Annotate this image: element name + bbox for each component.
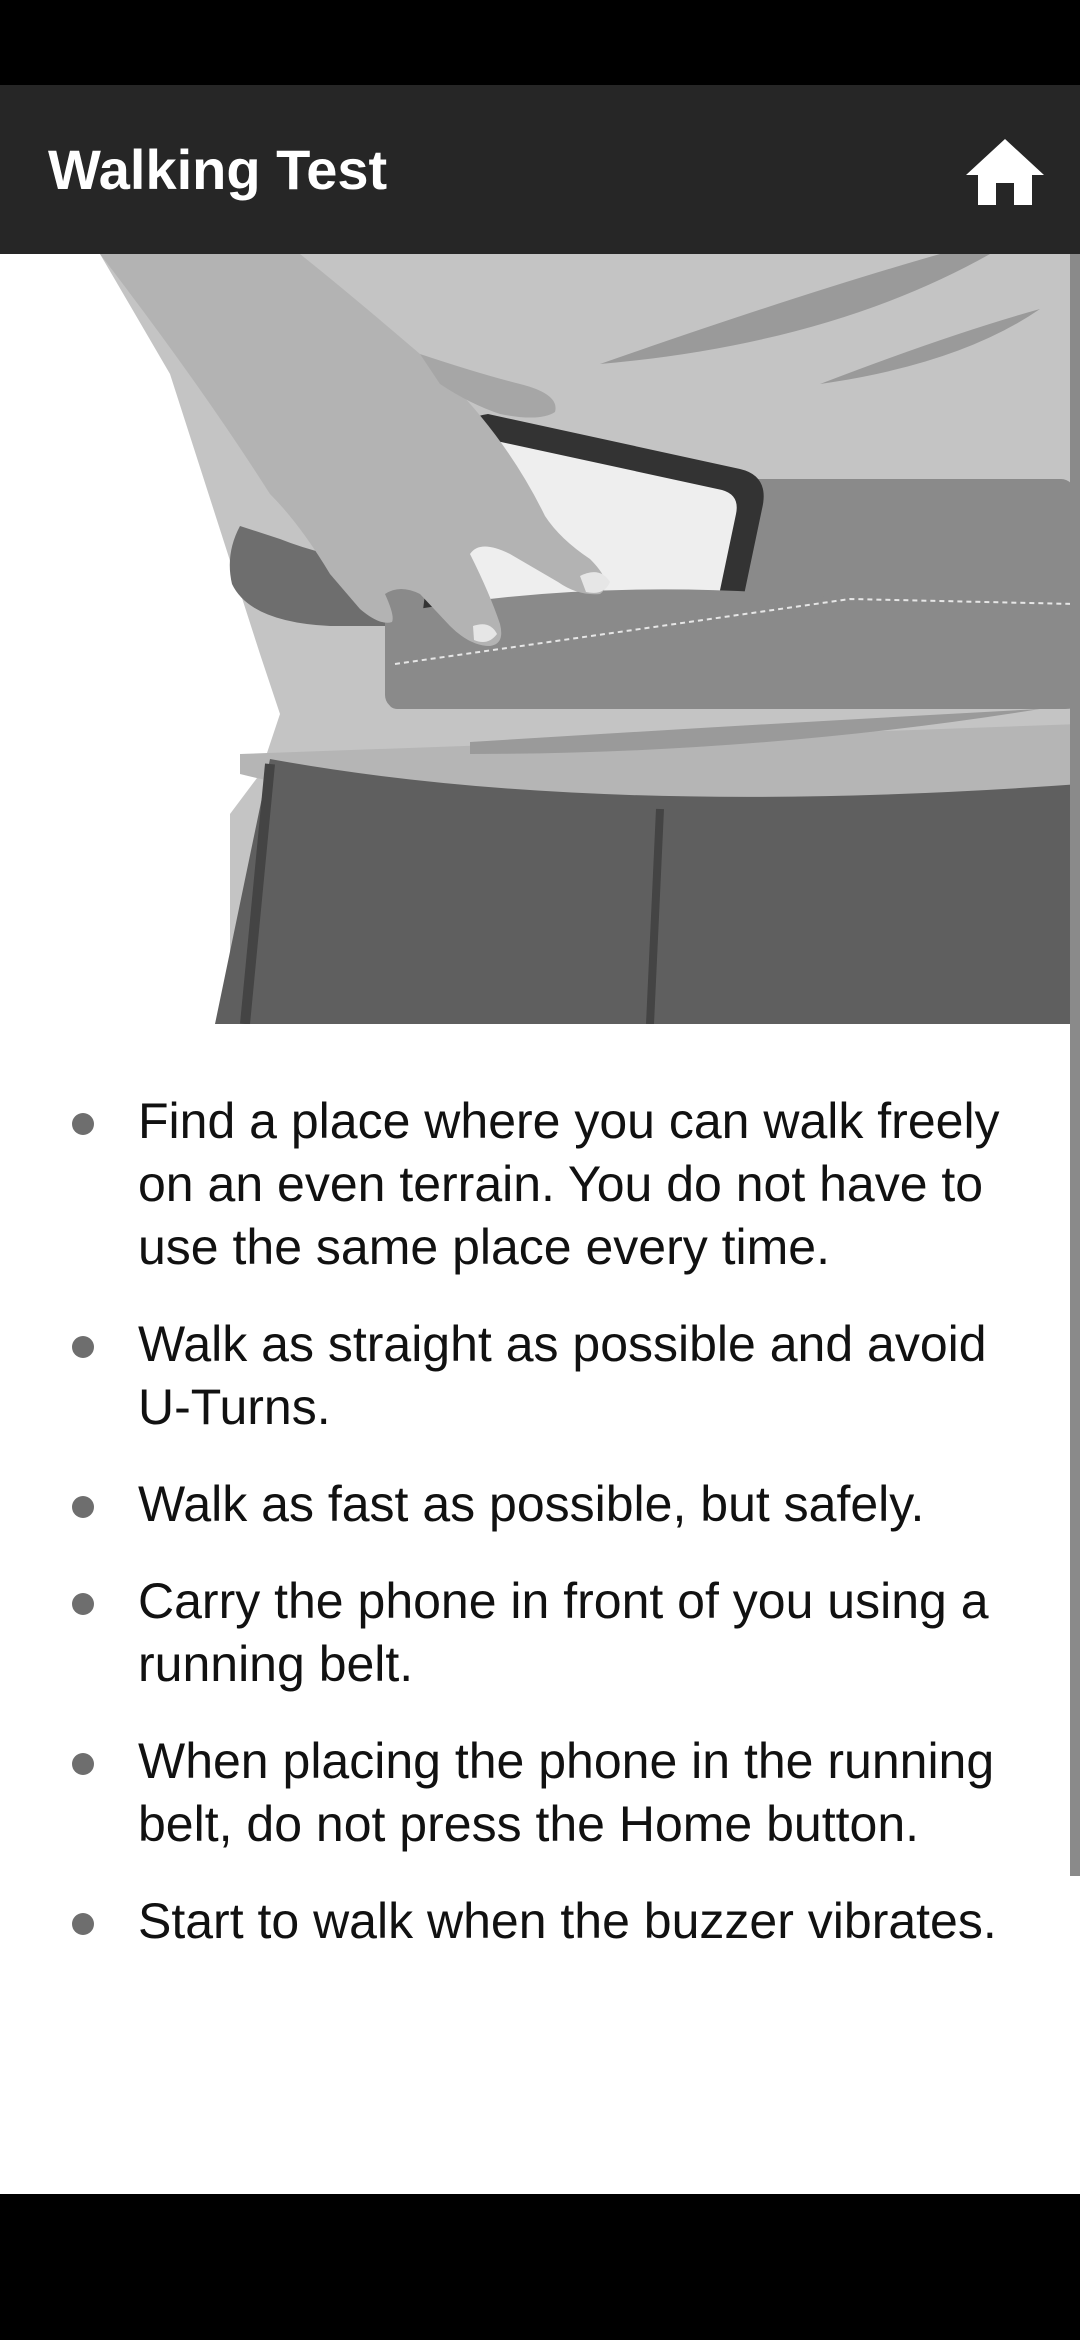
home-icon bbox=[966, 139, 1044, 205]
bullet-dot bbox=[72, 1753, 94, 1775]
home-button[interactable] bbox=[962, 133, 1048, 209]
instruction-text: Walk as fast as possible, but safely. bbox=[138, 1476, 925, 1532]
bullet-dot bbox=[72, 1336, 94, 1358]
instruction-text: Find a place where you can walk freely o… bbox=[138, 1093, 1000, 1275]
instruction-text: Start to walk when the buzzer vibrates. bbox=[138, 1893, 997, 1949]
instruction-item: Carry the phone in front of you using a … bbox=[0, 1570, 1040, 1696]
status-bar bbox=[0, 0, 1080, 85]
app-bar: Walking Test bbox=[0, 85, 1080, 254]
instruction-text: Carry the phone in front of you using a … bbox=[138, 1573, 989, 1692]
instruction-item: Find a place where you can walk freely o… bbox=[0, 1090, 1040, 1279]
bullet-dot bbox=[72, 1913, 94, 1935]
instruction-item: Start to walk when the buzzer vibrates. bbox=[0, 1890, 1040, 1953]
bullet-dot bbox=[72, 1113, 94, 1135]
trousers bbox=[215, 759, 1080, 1024]
page-title: Walking Test bbox=[48, 138, 388, 201]
instruction-item: Walk as straight as possible and avoid U… bbox=[0, 1313, 1040, 1439]
instruction-item: When placing the phone in the running be… bbox=[0, 1730, 1040, 1856]
instruction-item: Walk as fast as possible, but safely. bbox=[0, 1473, 1040, 1536]
instruction-text: Walk as straight as possible and avoid U… bbox=[138, 1316, 987, 1435]
bullet-dot bbox=[72, 1593, 94, 1615]
instruction-list: Find a place where you can walk freely o… bbox=[0, 1090, 1040, 1987]
content-scroll-area[interactable]: Find a place where you can walk freely o… bbox=[0, 254, 1080, 2194]
scrollbar[interactable] bbox=[1070, 254, 1080, 1876]
bullet-dot bbox=[72, 1496, 94, 1518]
running-belt-illustration bbox=[100, 254, 1080, 1024]
screen: Walking Test Find a place where you can … bbox=[0, 0, 1080, 2340]
instruction-text: When placing the phone in the running be… bbox=[138, 1733, 995, 1852]
navigation-bar bbox=[0, 2194, 1080, 2340]
